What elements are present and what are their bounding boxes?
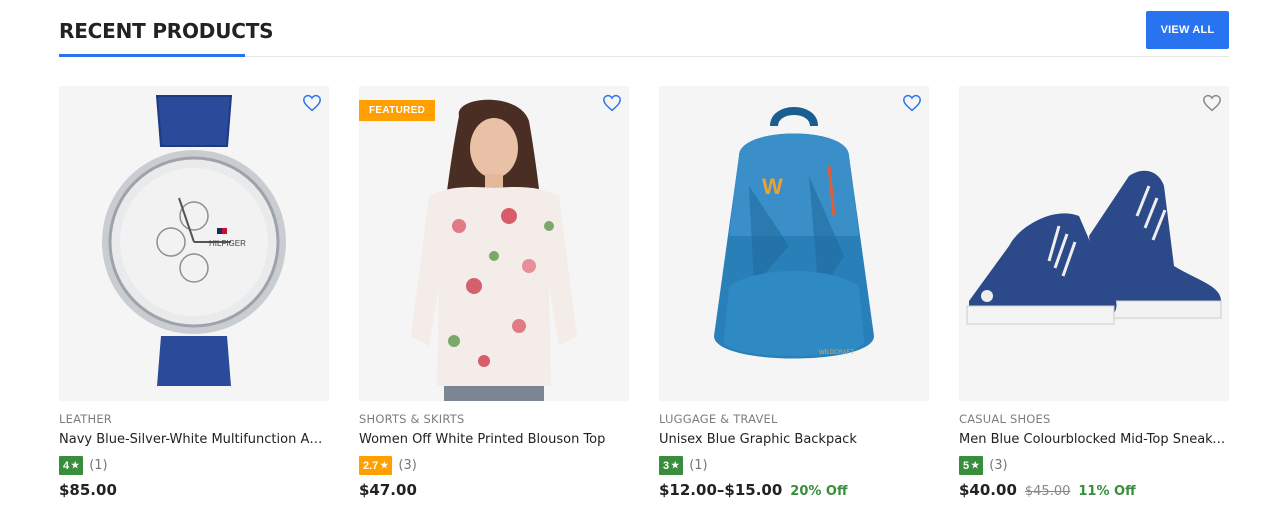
discount-label: 11% Off: [1078, 484, 1136, 499]
price-row: $85.00: [59, 481, 329, 499]
rating-badge: 3 ★: [659, 456, 684, 475]
product-price: $40.00: [959, 481, 1017, 499]
discount-label: 20% Off: [790, 484, 848, 499]
product-image[interactable]: HILFIGER: [59, 86, 329, 401]
svg-text:WILDCRAFT: WILDCRAFT: [819, 350, 854, 356]
svg-text:W: W: [762, 174, 783, 199]
rating-count: (3): [989, 458, 1008, 473]
backpack-image: W WILDCRAFT: [714, 107, 874, 359]
heart-outline-icon[interactable]: [902, 94, 922, 112]
product-card[interactable]: FEATURED SHORTS & SKIRTS Women Off White…: [359, 86, 629, 499]
star-icon: ★: [671, 460, 680, 470]
svg-text:HILFIGER: HILFIGER: [209, 239, 246, 248]
product-image[interactable]: W WILDCRAFT: [659, 86, 929, 401]
product-price: $47.00: [359, 481, 417, 499]
product-name[interactable]: Unisex Blue Graphic Backpack: [659, 432, 929, 447]
product-category[interactable]: CASUAL SHOES: [959, 412, 1229, 426]
rating-count: (1): [689, 458, 708, 473]
rating-count: (3): [398, 458, 417, 473]
product-category[interactable]: SHORTS & SKIRTS: [359, 412, 629, 426]
section-title: RECENT PRODUCTS: [59, 19, 274, 43]
original-price: $45.00: [1024, 484, 1071, 499]
product-name[interactable]: Men Blue Colourblocked Mid-Top Sneakers: [959, 432, 1229, 447]
rating-value: 2.7: [363, 459, 379, 472]
rating-badge: 2.7 ★: [359, 456, 393, 475]
product-name[interactable]: Women Off White Printed Blouson Top: [359, 432, 629, 447]
product-card[interactable]: HILFIGER LEATHER Navy Blue-Silver-White …: [59, 86, 329, 499]
product-category[interactable]: LEATHER: [59, 412, 329, 426]
rating-badge: 5 ★: [959, 456, 984, 475]
rating-row: 4 ★ (1): [59, 456, 329, 475]
product-name[interactable]: Navy Blue-Silver-White Multifunction Ana…: [59, 432, 329, 447]
featured-badge: FEATURED: [359, 100, 436, 121]
rating-badge: 4 ★: [59, 456, 84, 475]
heart-outline-icon[interactable]: [602, 94, 622, 112]
rating-row: 2.7 ★ (3): [359, 456, 629, 475]
view-all-button[interactable]: VIEW ALL: [1146, 11, 1229, 49]
title-underline: [59, 54, 245, 57]
rating-count: (1): [89, 458, 108, 473]
rating-row: 3 ★ (1): [659, 456, 929, 475]
price-row: $40.00 $45.00 11% Off: [959, 481, 1229, 499]
product-price: $85.00: [59, 481, 117, 499]
star-icon: ★: [71, 460, 80, 470]
product-card[interactable]: W WILDCRAFT LUGGAGE & TRAVEL Unisex Blue…: [659, 86, 929, 499]
rating-value: 4: [63, 459, 70, 472]
product-category[interactable]: LUGGAGE & TRAVEL: [659, 412, 929, 426]
heart-outline-icon[interactable]: [1202, 94, 1222, 112]
product-image[interactable]: FEATURED: [359, 86, 629, 401]
section-header: RECENT PRODUCTS VIEW ALL: [59, 0, 1229, 57]
rating-row: 5 ★ (3): [959, 456, 1229, 475]
rating-value: 3: [663, 459, 670, 472]
sneakers-image: [966, 170, 1222, 325]
floral-top-image: [411, 99, 577, 401]
star-icon: ★: [380, 460, 389, 470]
product-price: $12.00–$15.00: [659, 481, 783, 499]
price-row: $47.00: [359, 481, 629, 499]
rating-value: 5: [963, 459, 970, 472]
heart-outline-icon[interactable]: [302, 94, 322, 112]
star-icon: ★: [971, 460, 980, 470]
watch-image: HILFIGER: [102, 95, 286, 386]
product-card[interactable]: CASUAL SHOES Men Blue Colourblocked Mid-…: [959, 86, 1229, 499]
price-row: $12.00–$15.00 20% Off: [659, 481, 929, 499]
product-image[interactable]: [959, 86, 1229, 401]
